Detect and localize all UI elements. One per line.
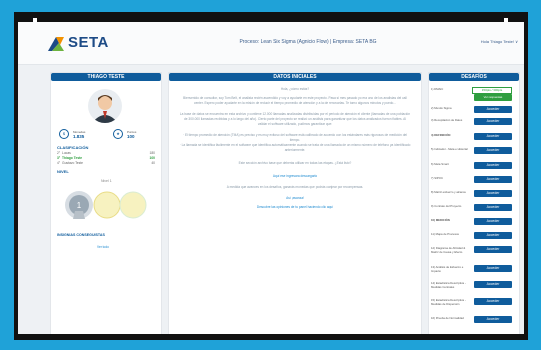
challenge-row: 5) Indicador - Meta e Historial Acceder (431, 147, 515, 157)
challenge-row: 3) Recopilación de Datos Acceder (431, 118, 515, 128)
access-button[interactable]: Acceder (474, 316, 512, 323)
challenge-label: 15) Estadística Descriptiva - Medidas de… (431, 298, 466, 306)
challenge-label: 14) Estadística Descriptiva - Medidas Ce… (431, 281, 466, 289)
ranking-title: CLASIFICACIÓN (57, 145, 89, 150)
challenge-row: 13) Análisis de Esfuerzo e Impacto Accede… (431, 265, 515, 275)
access-button[interactable]: Acceder (474, 218, 512, 225)
challenge-label: 1) DMAIC (431, 87, 444, 91)
challenge-label: 11) Mapa de Procesos (431, 232, 459, 236)
challenge-label: 2) Mundo Sigma (431, 106, 452, 110)
opinions-link[interactable]: Descubre las opiniones de tu panel hacie… (169, 205, 421, 210)
access-button[interactable]: Acceder (474, 246, 512, 253)
challenge-label: 7) SIPOC (431, 176, 443, 180)
access-button[interactable]: Acceder (474, 298, 512, 305)
challenge-row: 2) Mundo Sigma Acceder (431, 106, 515, 116)
svg-text:1: 1 (77, 201, 82, 210)
process-title: Proceso: Lean Six Sigma (Agnicio Flow) |… (239, 39, 377, 45)
challenge-label: 9) Contrato del Proyecto (431, 204, 462, 208)
coins-value: 1.835 (73, 133, 85, 139)
user-menu[interactable]: Hola Thiago Teste! ∨ (481, 39, 518, 44)
access-button[interactable]: Acceder (474, 162, 512, 169)
challenge-row: 9) Contrato del Proyecto Acceder (431, 204, 515, 214)
challenge-label: 5) Indicador - Meta e Historial (431, 147, 468, 151)
avatar-icon (92, 95, 118, 123)
logo[interactable]: SETA (48, 34, 109, 51)
profile-title: THIAGO TESTE (51, 73, 161, 81)
database-paragraph: La base de datos se encuentra en esta ar… (179, 112, 411, 126)
challenge-label: 12) Diagrama de Afinidad & Matriz de Cau… (431, 246, 466, 254)
ranking-list: 2° Lucas 180 3° Thiago Teste 100 4° Gustav… (57, 151, 155, 166)
badges-link[interactable]: Ver todo (97, 245, 109, 249)
challenges-title: DESAFÍOS (429, 73, 519, 81)
go-text[interactable]: Así ¡avanza! (169, 196, 421, 201)
access-button[interactable]: Acceder (474, 147, 512, 154)
challenge-row: 12) Diagrama de Afinidad & Matriz de Cau… (431, 246, 515, 256)
profile-panel: THIAGO TESTE $ Monedas 1.835 ★ Puntos 10… (50, 72, 162, 334)
download-link[interactable]: Aquí ese ingresara descargarlo (169, 174, 421, 179)
view-answers-button[interactable]: Ver respuestas (474, 94, 512, 101)
challenge-row: 11) Mapa de Procesos Acceder (431, 232, 515, 242)
greeting: Hola, ¿cómo estás? (280, 87, 310, 91)
header: SETA Proceso: Lean Six Sigma (Agnicio Fl… (18, 22, 524, 65)
coins-info: A medida que avances en los desafíos, ga… (226, 185, 364, 189)
initial-data-title: DATOS INICIALES (169, 73, 421, 81)
ready-text: Este sección archivo base que deberás ut… (238, 161, 352, 165)
challenge-label: 13) Análisis de Esfuerzo e Impacto (431, 265, 464, 273)
level-badges-icon: 1 (65, 191, 147, 219)
seta-logo-icon (48, 36, 64, 51)
points-label: Puntos (127, 129, 137, 134)
points-stat: ★ Puntos 100 (113, 129, 136, 139)
challenge-score: 150pts / 300pts (472, 87, 512, 94)
access-button[interactable]: Acceder (474, 232, 512, 239)
challenge-label: 6) Meta Smart (431, 162, 449, 166)
challenges-panel: DESAFÍOS 1) DMAIC 150pts / 300pts Ver re… (428, 72, 520, 334)
challenge-row: 14) Estadística Descriptiva - Medidas Ce… (431, 281, 515, 291)
access-button[interactable]: Acceder (474, 204, 512, 211)
badges-title: INSIGNIAS CONSEGUISTAS (57, 233, 105, 237)
challenge-row: 15) Estadística Descriptiva - Medidas de… (431, 298, 515, 308)
access-button[interactable]: Acceder (474, 176, 512, 183)
challenge-label: 8) Matriz esfuerzo y alcance (431, 190, 466, 194)
challenge-row: 8) Matriz esfuerzo y alcance Acceder (431, 190, 515, 200)
coins-label: Monedas (73, 129, 86, 134)
points-value: 100 (127, 133, 135, 139)
level-title: NIVEL (57, 169, 69, 174)
level-label: Nivel 1 (101, 179, 112, 183)
challenge-label: 3) Recopilación de Datos (431, 118, 463, 122)
access-button[interactable]: Acceder (474, 265, 512, 272)
challenge-row: 7) SIPOC Acceder (431, 176, 515, 186)
ranking-row: 4° Gustavo Teste 40 (57, 161, 155, 165)
coin-icon: $ (59, 129, 69, 139)
initial-data-panel: DATOS INICIALES Hola, ¿cómo estás? Bienv… (168, 72, 422, 334)
intro-paragraph: Bienvenido de consultor, soy Tom Belt, e… (183, 96, 407, 105)
level-badges: 1 (61, 185, 151, 225)
access-button[interactable]: Acceder (474, 133, 512, 140)
app-window: SETA Proceso: Lean Six Sigma (Agnicio Fl… (18, 22, 524, 334)
trophy-icon: ★ (113, 129, 123, 139)
challenge-row: 1) DMAIC 150pts / 300pts Ver respuestas (431, 87, 515, 103)
access-button[interactable]: Acceder (474, 281, 512, 288)
access-button[interactable]: Acceder (474, 118, 512, 125)
software-paragraph: · El tiempo promedio de atención (TMA) e… (179, 133, 411, 152)
challenge-label: 10) MEDICIÓN (431, 218, 450, 222)
challenge-row: 10) MEDICIÓN Acceder (431, 218, 515, 228)
avatar (88, 89, 122, 123)
access-button[interactable]: Acceder (474, 190, 512, 197)
challenge-row: 4) DEFINICIÓN Acceder (431, 133, 515, 143)
access-button[interactable]: Acceder (474, 106, 512, 113)
challenge-label: 4) DEFINICIÓN (431, 133, 451, 137)
logo-text: SETA (68, 34, 109, 51)
coins-stat: $ Monedas 1.835 (59, 129, 85, 139)
challenge-row: 16) Prueba de Normalidad Acceder (431, 316, 515, 326)
challenge-label: 16) Prueba de Normalidad (431, 316, 464, 320)
challenge-row: 6) Meta Smart Acceder (431, 162, 515, 172)
